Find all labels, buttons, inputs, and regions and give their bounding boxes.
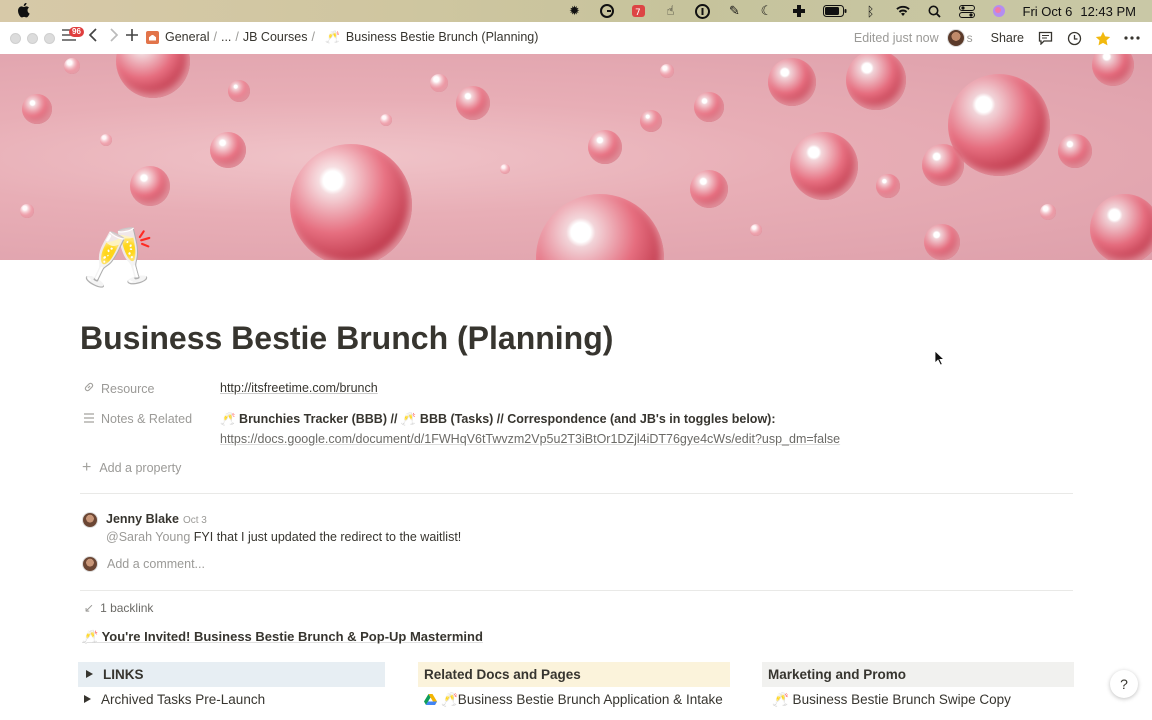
property-name[interactable]: Resource bbox=[82, 381, 220, 396]
history-clock-icon[interactable] bbox=[1065, 29, 1083, 47]
menubar-tray: ✹ 7 ☝ ✎ ☾ ᛒ Fri Oct 6 12:43 PM bbox=[567, 0, 1152, 22]
presence-avatar[interactable] bbox=[946, 29, 965, 47]
page-link-swipe-copy[interactable]: 🥂 Business Bestie Brunch Swipe Copy bbox=[772, 692, 1011, 708]
minimize-window-button[interactable] bbox=[27, 33, 38, 44]
property-value[interactable]: 🥂 Brunchies Tracker (BBB) // 🥂 BBB (Task… bbox=[220, 412, 840, 446]
lines-icon bbox=[82, 412, 96, 426]
comment-author: Jenny Blake Oct 3 bbox=[106, 512, 207, 526]
linked-page-invited[interactable]: 🥂 You're Invited! Business Bestie Brunch… bbox=[82, 629, 483, 645]
zoom-window-button[interactable] bbox=[44, 33, 55, 44]
search-icon[interactable] bbox=[927, 3, 943, 19]
mouse-cursor-icon bbox=[934, 350, 946, 371]
apple-icon[interactable] bbox=[18, 2, 31, 21]
house-icon bbox=[146, 30, 159, 44]
divider bbox=[80, 493, 1073, 494]
grammarly-icon[interactable] bbox=[599, 3, 615, 19]
page-link-application-intake[interactable]: 🥂Business Bestie Brunch Application & In… bbox=[424, 692, 723, 708]
property-resource: Resource http://itsfreetime.com/brunch bbox=[82, 381, 378, 396]
control-center-icon[interactable] bbox=[958, 3, 975, 19]
breadcrumb-general[interactable]: General bbox=[165, 30, 209, 44]
svg-text:7: 7 bbox=[635, 8, 641, 18]
notion-topbar: 96 General / ... / JB Courses / 🥂 Busine… bbox=[0, 22, 1152, 54]
breadcrumb-jb-courses[interactable]: JB Courses bbox=[243, 30, 308, 44]
share-button[interactable]: Share bbox=[991, 31, 1024, 45]
breadcrumb-current-page[interactable]: Business Bestie Brunch (Planning) bbox=[346, 30, 538, 44]
champagne-icon: 🥂 bbox=[324, 30, 340, 44]
backlinks-toggle[interactable]: ↙ 1 backlink bbox=[84, 601, 153, 615]
notes-related-links[interactable]: 🥂 Brunchies Tracker (BBB) // 🥂 BBB (Task… bbox=[220, 412, 840, 427]
user-mention[interactable]: @Sarah Young bbox=[106, 530, 190, 544]
presence-initial: s bbox=[966, 31, 973, 45]
google-drive-icon bbox=[424, 693, 437, 708]
avatar bbox=[82, 556, 98, 572]
comments-icon[interactable] bbox=[1036, 29, 1054, 47]
property-name[interactable]: Notes & Related bbox=[82, 412, 220, 446]
plus-icon: + bbox=[82, 459, 92, 476]
google-doc-link[interactable]: https://docs.google.com/document/d/1FWHq… bbox=[220, 432, 840, 446]
toggle-archived-tasks[interactable]: Archived Tasks Pre-Launch bbox=[84, 692, 265, 707]
siri-icon[interactable] bbox=[991, 3, 1007, 19]
breadcrumb-separator: / bbox=[311, 30, 315, 44]
onepassword-icon[interactable] bbox=[695, 3, 711, 19]
breadcrumb-separator: / bbox=[213, 30, 217, 44]
property-notes-related: Notes & Related 🥂 Brunchies Tracker (BBB… bbox=[82, 412, 840, 446]
comment-body[interactable]: @Sarah Young FYI that I just updated the… bbox=[106, 530, 461, 544]
favorite-star-icon[interactable] bbox=[1094, 29, 1112, 47]
back-arrow-icon[interactable] bbox=[88, 28, 98, 46]
wifi-icon[interactable] bbox=[895, 3, 911, 19]
bluetooth-icon[interactable]: ᛒ bbox=[863, 3, 879, 19]
column-heading-marketing: Marketing and Promo bbox=[762, 662, 1074, 687]
property-value[interactable]: http://itsfreetime.com/brunch bbox=[220, 381, 378, 396]
toggle-triangle-icon[interactable] bbox=[84, 695, 91, 703]
page-title[interactable]: Business Bestie Brunch (Planning) bbox=[80, 320, 613, 357]
macos-menubar: ✹ 7 ☝ ✎ ☾ ᛒ Fri Oct 6 12:43 PM bbox=[0, 0, 1152, 22]
hand-icon[interactable]: ☝ bbox=[663, 3, 679, 19]
forward-arrow-icon[interactable] bbox=[109, 28, 119, 46]
column-heading-links[interactable]: LINKS bbox=[78, 662, 385, 687]
comment-date: Oct 3 bbox=[182, 515, 207, 526]
divider bbox=[80, 590, 1073, 591]
page-icon[interactable]: 🥂 bbox=[82, 226, 154, 290]
backlink-arrow-icon: ↙ bbox=[84, 601, 95, 615]
breadcrumb-ellipsis[interactable]: ... bbox=[221, 30, 231, 44]
plus-app-icon[interactable] bbox=[791, 3, 807, 19]
resource-url-link[interactable]: http://itsfreetime.com/brunch bbox=[220, 381, 378, 395]
inbox-count-badge: 96 bbox=[69, 27, 84, 37]
close-window-button[interactable] bbox=[10, 33, 21, 44]
avatar bbox=[82, 512, 98, 528]
new-page-plus-icon[interactable] bbox=[125, 28, 139, 46]
battery-icon[interactable] bbox=[822, 3, 847, 19]
toggle-triangle-icon[interactable] bbox=[86, 670, 93, 678]
window-controls bbox=[10, 33, 55, 44]
topbar-actions: Edited just now s Share bbox=[854, 22, 1152, 54]
breadcrumb: General / ... / JB Courses / 🥂 Business … bbox=[146, 30, 538, 44]
add-property-button[interactable]: + Add a property bbox=[82, 459, 181, 477]
help-button[interactable]: ? bbox=[1110, 670, 1138, 698]
app-notification-icon[interactable]: 7 bbox=[631, 3, 647, 19]
link-icon bbox=[82, 381, 96, 396]
tools-icon[interactable]: ✎ bbox=[727, 3, 743, 19]
column-heading-related-docs: Related Docs and Pages bbox=[418, 662, 730, 687]
moon-icon[interactable]: ☾ bbox=[759, 3, 775, 19]
more-options-icon[interactable] bbox=[1123, 29, 1141, 47]
edited-status: Edited just now bbox=[853, 31, 939, 45]
breadcrumb-separator: / bbox=[235, 30, 239, 44]
cover-image[interactable] bbox=[0, 54, 1152, 260]
menubar-clock[interactable]: Fri Oct 6 12:43 PM bbox=[1023, 4, 1137, 19]
sun-icon[interactable]: ✹ bbox=[567, 3, 583, 19]
